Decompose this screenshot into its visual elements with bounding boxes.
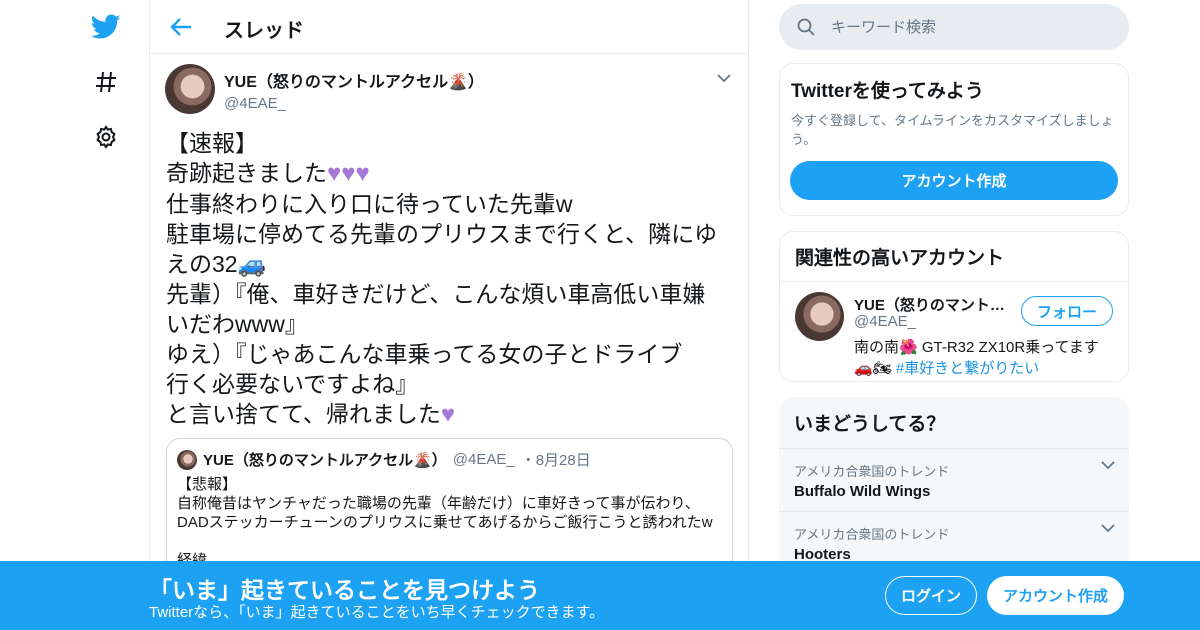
- quote-text: 【悲報】 自称俺昔はヤンチャだった職場の先輩（年齢だけ）に車好きって事が伝わり、…: [177, 475, 722, 570]
- page-title: スレッド: [224, 20, 304, 42]
- related-accounts-card: 関連性の高いアカウント YUE（怒りのマントルアクセル🌋） @4EAE_ フォロ…: [779, 231, 1129, 382]
- related-account-bio: 南の南🌺 GT-R32 ZX10R乗ってます🚗🏍 #車好きと繋がりたい: [854, 337, 1114, 379]
- purple-heart-icon: ♥: [327, 160, 342, 187]
- banner-subtitle: Twitterなら、「いま」起きていることをいち早くチェックできます。: [149, 604, 605, 621]
- login-button[interactable]: ログイン: [885, 576, 977, 615]
- left-nav: [78, 0, 134, 630]
- quote-author-name: YUE（怒りのマントルアクセル🌋）: [203, 452, 447, 469]
- avatar[interactable]: [165, 64, 215, 114]
- signup-card-title: Twitterを使ってみよう: [791, 81, 984, 102]
- author-handle[interactable]: @4EAE_: [224, 95, 484, 112]
- quote-date: ・8月28日: [520, 452, 591, 469]
- trend-item[interactable]: アメリカ合衆国のトレンド Buffalo Wild Wings: [779, 449, 1129, 512]
- signup-card: Twitterを使ってみよう 今すぐ登録して、タイムラインをカスタマイズしましょ…: [779, 63, 1129, 216]
- main-column: スレッド YUE（怒りのマントルアクセル🌋） @4EAE_ 【速報】 奇跡起きま…: [149, 0, 749, 630]
- twitter-thread-page: スレッド YUE（怒りのマントルアクセル🌋） @4EAE_ 【速報】 奇跡起きま…: [0, 0, 1200, 630]
- quote-author-handle: @4EAE_: [452, 451, 515, 468]
- quote-header: YUE（怒りのマントルアクセル🌋） @4EAE_ ・8月28日: [177, 449, 722, 470]
- search-input[interactable]: [831, 18, 1111, 36]
- chevron-down-icon[interactable]: [1101, 461, 1115, 470]
- tweet-line: えの32🚙: [166, 251, 267, 277]
- quoted-tweet[interactable]: YUE（怒りのマントルアクセル🌋） @4EAE_ ・8月28日 【悲報】 自称俺…: [166, 438, 733, 578]
- quote-line: 自称俺昔はヤンチャだった職場の先輩（年齢だけ）に車好きって事が伝わり、: [177, 495, 700, 512]
- quote-line: [177, 532, 722, 551]
- trend-context: アメリカ合衆国のトレンド: [794, 527, 950, 542]
- related-accounts-title: 関連性の高いアカウント: [780, 232, 1128, 282]
- tweet-text: 【速報】 奇跡起きました♥♥♥ 仕事終わりに入り口に待っていた先輩w 駐車場に停…: [166, 128, 738, 430]
- purple-heart-icon: ♥: [341, 160, 356, 187]
- related-account-name[interactable]: YUE（怒りのマントルアクセル🌋）: [854, 294, 1009, 315]
- search-bar[interactable]: [779, 4, 1129, 50]
- purple-heart-icon: ♥: [355, 160, 370, 187]
- tweet-line: 先輩）『俺、車好きだけど、こんな煩い車高低い車嫌: [166, 281, 706, 307]
- chevron-down-icon[interactable]: [714, 68, 734, 88]
- avatar: [177, 449, 197, 470]
- tweet-line: と言い捨てて、帰れました♥: [166, 401, 456, 428]
- tweet-line: 行く必要ないですよね』: [166, 371, 419, 397]
- thread-header: スレッド: [150, 0, 748, 54]
- related-account-handle[interactable]: @4EAE_: [854, 313, 916, 330]
- chevron-down-icon[interactable]: [1101, 524, 1115, 533]
- tweet-line: ゆえ）『じゃあこんな車乗ってる女の子とドライブ: [166, 341, 683, 367]
- tweet-author[interactable]: YUE（怒りのマントルアクセル🌋） @4EAE_: [224, 68, 484, 112]
- purple-heart-icon: ♥: [440, 401, 456, 428]
- signup-card-subtitle: 今すぐ登録して、タイムラインをカスタマイズしましょう。: [791, 113, 1114, 147]
- signup-banner: 「いま」起きていることを見つけよう Twitterなら、「いま」起きていることを…: [0, 561, 1200, 630]
- back-arrow-icon[interactable]: [166, 12, 196, 42]
- create-account-button[interactable]: アカウント作成: [790, 161, 1118, 200]
- follow-button[interactable]: フォロー: [1021, 296, 1113, 326]
- avatar[interactable]: [795, 292, 844, 341]
- bio-hashtag-link[interactable]: #車好きと繋がりたい: [896, 360, 1039, 377]
- hashtag-icon[interactable]: [82, 58, 130, 106]
- author-name[interactable]: YUE（怒りのマントルアクセル🌋）: [224, 68, 484, 92]
- tweet-line: 【速報】: [166, 130, 258, 156]
- trend-context: アメリカ合衆国のトレンド: [794, 464, 950, 479]
- twitter-bird-icon[interactable]: [82, 3, 130, 51]
- quote-line: 【悲報】: [177, 476, 238, 493]
- gear-icon[interactable]: [82, 113, 130, 161]
- search-icon: [797, 18, 815, 36]
- trend-name[interactable]: Buffalo Wild Wings: [794, 483, 1114, 500]
- banner-create-account-button[interactable]: アカウント作成: [987, 576, 1124, 615]
- tweet-line: 仕事終わりに入り口に待っていた先輩w: [166, 191, 573, 217]
- quote-line: DADステッカーチューンのプリウスに乗せてあげるからご飯行こうと誘われたw: [177, 514, 713, 531]
- tweet-line: いだわwww』: [166, 311, 308, 337]
- related-account[interactable]: YUE（怒りのマントルアクセル🌋） @4EAE_ フォロー 南の南🌺 GT-R3…: [780, 282, 1128, 387]
- tweet-line: 駐車場に停めてる先輩のプリウスまで行くと、隣にゆ: [166, 221, 718, 247]
- trends-title: いまどうしてる？: [779, 397, 1129, 449]
- banner-title: 「いま」起きていることを見つけよう: [149, 577, 540, 603]
- tweet-line: 奇跡起きました♥♥♥: [166, 160, 370, 187]
